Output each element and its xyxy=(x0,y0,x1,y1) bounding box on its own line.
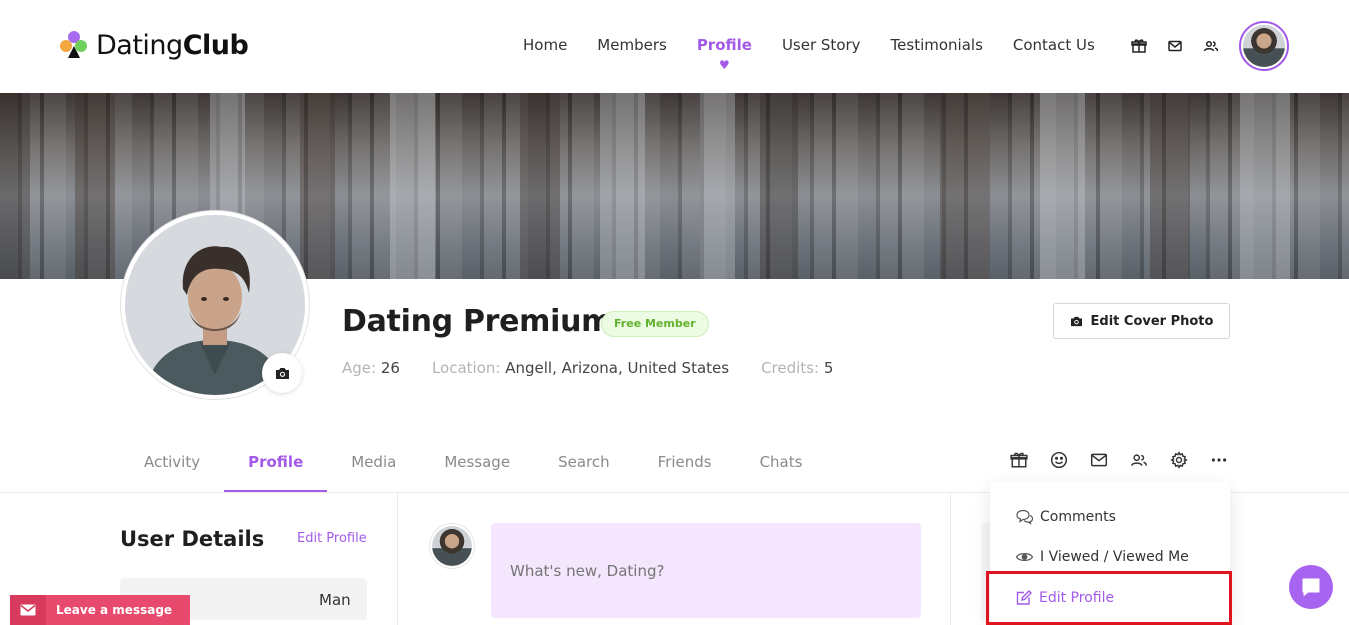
leave-message-button[interactable]: Leave a message xyxy=(10,595,190,625)
nav-profile[interactable]: Profile xyxy=(682,36,767,54)
tab-friends[interactable]: Friends xyxy=(634,440,736,493)
whats-new-input[interactable] xyxy=(491,523,921,618)
site-header: DatingClub Home Members Profile User Sto… xyxy=(0,0,1349,93)
meta-location: Location: Angell, Arizona, United States xyxy=(431,359,730,377)
gift-icon[interactable] xyxy=(1008,449,1030,471)
user-avatar[interactable] xyxy=(1239,21,1289,71)
chat-widget-button[interactable] xyxy=(1289,565,1333,609)
meta-age: Age: 26 xyxy=(342,359,400,377)
tab-media[interactable]: Media xyxy=(327,440,420,493)
nav-user-story[interactable]: User Story xyxy=(767,36,876,54)
dropdown-item-viewed[interactable]: I Viewed / Viewed Me xyxy=(1015,549,1189,565)
chat-icon xyxy=(1302,578,1320,596)
tab-message[interactable]: Message xyxy=(420,440,534,493)
logo-text: DatingClub xyxy=(96,29,249,61)
logo-mark-icon xyxy=(60,31,88,59)
mail-icon[interactable] xyxy=(1088,449,1110,471)
tab-chats[interactable]: Chats xyxy=(736,440,827,493)
smiley-icon[interactable] xyxy=(1048,449,1070,471)
nav-testimonials[interactable]: Testimonials xyxy=(876,36,998,54)
leave-message-label: Leave a message xyxy=(56,603,173,617)
tab-activity[interactable]: Activity xyxy=(120,440,224,493)
edit-cover-photo-button[interactable]: Edit Cover Photo xyxy=(1053,303,1230,339)
profile-meta: Age: 26 Location: Angell, Arizona, Unite… xyxy=(342,359,833,377)
more-icon[interactable] xyxy=(1208,449,1230,471)
camera-icon xyxy=(275,367,289,379)
eye-icon xyxy=(1015,553,1034,561)
membership-badge: Free Member xyxy=(601,311,709,337)
change-avatar-camera-button[interactable] xyxy=(262,353,302,393)
column-divider xyxy=(950,493,951,625)
nav-home[interactable]: Home xyxy=(508,36,582,54)
gift-icon[interactable] xyxy=(1129,36,1149,56)
friends-icon[interactable] xyxy=(1201,36,1221,56)
mail-icon[interactable] xyxy=(1165,36,1185,56)
tab-profile[interactable]: Profile xyxy=(224,440,328,493)
user-details-title: User Details xyxy=(120,527,265,551)
nav-members[interactable]: Members xyxy=(582,36,682,54)
profile-name: Dating Premium xyxy=(342,304,613,339)
friends-icon[interactable] xyxy=(1128,449,1150,471)
envelope-icon xyxy=(10,595,46,625)
post-avatar xyxy=(430,524,474,568)
user-detail-value: Man xyxy=(319,591,351,609)
highlight-box xyxy=(986,571,1232,625)
dropdown-item-comments[interactable]: Comments xyxy=(1015,509,1116,525)
edit-cover-label: Edit Cover Photo xyxy=(1090,313,1214,329)
user-details-edit-link[interactable]: Edit Profile xyxy=(297,531,367,546)
column-divider xyxy=(397,493,398,625)
logo[interactable]: DatingClub xyxy=(60,29,249,61)
nav-contact-us[interactable]: Contact Us xyxy=(998,36,1110,54)
camera-icon xyxy=(1070,316,1082,326)
tab-search[interactable]: Search xyxy=(534,440,634,493)
main-nav: Home Members Profile User Story Testimon… xyxy=(508,36,1110,54)
gear-icon[interactable] xyxy=(1168,449,1190,471)
comments-icon xyxy=(1016,509,1034,525)
profile-tabs: Activity Profile Media Message Search Fr… xyxy=(120,440,826,493)
meta-credits: Credits: 5 xyxy=(761,359,834,377)
